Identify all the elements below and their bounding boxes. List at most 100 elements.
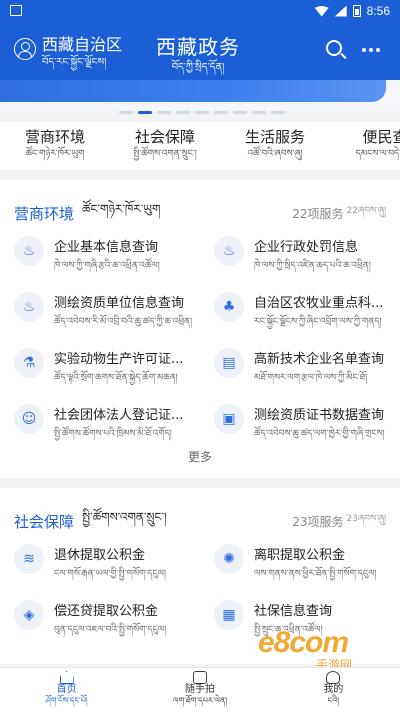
app-title-zh: 西藏政务 [156, 35, 240, 59]
service-item[interactable]: ♨ 测绘资质单位信息查询 ཚོད་འབེབས་རི་མོ་འབྲི་བའི་ཆུ་ཚ… [0, 288, 200, 344]
service-item[interactable]: ⚗ 实验动物生产许可证... ཚོད་ལྟའི་སྲོག་ཆགས་ཐོན་སྐྱེད… [0, 344, 200, 400]
flame-icon: ♨ [14, 292, 44, 322]
app-title: 西藏政务 བོད་ཀྱི་སྲིད་དོན། [156, 36, 240, 74]
service-label: 退休提取公积金 [54, 548, 146, 563]
search-icon[interactable] [324, 38, 348, 62]
service-count: 23项服务 [292, 514, 344, 529]
chart-icon: ▤ [214, 348, 244, 378]
region-selector[interactable]: 西藏自治区 བོད་རང་སྐྱོང་ལྗོངས། [14, 36, 122, 69]
gallery-icon [10, 5, 22, 16]
certificate-icon: ▣ [214, 404, 244, 434]
user-icon [326, 671, 341, 684]
tab-label-tibetan: སྤྱི་ཚོགས་འགན་སྲུང་། [133, 149, 197, 159]
service-item[interactable]: ♨ 企业行政处罚信息 ཁེ་ལས་ཀྱི་སྲིད་འཛིན་ཆད་པའི་ཆ་འཕ… [200, 232, 400, 288]
tab-label: 首页 [56, 684, 77, 695]
service-label-tibetan: མཐོ་གསར་ལག་རྩལ་ཁེ་ལས་ཀྱི་མིང་ཐོ། [254, 373, 368, 383]
status-bar: 8:56 [0, 0, 400, 24]
service-item[interactable]: ▤ 高新技术企业名单查询 མཐོ་གསར་ལག་རྩལ་ཁེ་ལས་ཀྱི་མིང་… [200, 344, 400, 400]
aperture-icon: ✺ [214, 544, 244, 574]
tab-label-tibetan: དམངས་ལ་བདེ་བའི་ [355, 149, 400, 159]
service-label-tibetan: ཁེ་ལས་ཀྱི་གཞི་རྩའི་ཆ་འཕྲིན་འཚོལ། [54, 261, 160, 271]
section-title: 社会保障 [14, 512, 75, 531]
service-label: 企业行政处罚信息 [254, 240, 359, 255]
more-link[interactable]: 更多 [0, 448, 400, 465]
carousel-dot-active [138, 111, 152, 114]
tab-label-tibetan: ལག་ཐོག་དཔར་ལེན། [172, 696, 228, 705]
service-label: 实验动物生产许可证... [54, 352, 184, 367]
carousel-dot [252, 111, 266, 114]
carousel-dot [195, 111, 209, 114]
service-label: 离职提取公积金 [254, 548, 346, 563]
tab-social-security[interactable]: 社会保障 སྤྱི་ཚོགས་འགན་སྲུང་། [110, 122, 220, 170]
banner-carousel[interactable] [0, 80, 400, 110]
service-label: 测绘资质证书数据查询 [254, 408, 385, 423]
service-label-tibetan: བུན་དངུལ་འཇལ་བའི་སྤྱི་གསོག་དངུལ། [54, 625, 167, 635]
business-environment-section: 营商环境 ཚོང་གཉེར་ཁོར་ཡུག 22项服务 22ཞབས་ཞུ། ♨ 企… [0, 180, 400, 478]
tab-label: 生活服务 [244, 128, 305, 146]
app-title-tibetan: བོད་ཀྱི་སྲིད་དོན། [171, 62, 225, 73]
tab-mine[interactable]: 我的 ངའི། [267, 668, 400, 711]
carousel-indicator [119, 111, 285, 114]
plant-icon: ♣ [214, 292, 244, 322]
service-label: 偿还贷提取公积金 [54, 604, 159, 619]
carousel-dot [271, 111, 285, 114]
carousel-dot [214, 111, 228, 114]
service-label-tibetan: སྤྱི་ཚོགས་ཚོགས་པའི་ཁྲིམས་མི་ཐོ་འགོད། [54, 429, 172, 439]
tab-label-tibetan: འཚོ་བའི་ཞབས་ཞུ། [247, 149, 303, 159]
section-title-tibetan: ཚོང་གཉེར་ཁོར་ཡུག [82, 202, 161, 216]
camera-icon [192, 671, 207, 684]
region-name-tibetan: བོད་རང་སྐྱོང་ལྗོངས། [42, 57, 107, 68]
service-label: 自治区农牧业重点科... [254, 296, 384, 311]
service-label-tibetan: ཁེ་ལས་ཀྱི་སྲིད་འཛིན་ཆད་པའི་ཆ་འཕྲིན། [254, 261, 371, 271]
carousel-dot [176, 111, 190, 114]
tab-business-environment[interactable]: 营商环境 ཚོང་གཉེར་ཁོར་ཡུག [0, 122, 110, 170]
tab-snapshot[interactable]: 随手拍 ལག་ཐོག་དཔར་ལེན། [133, 668, 266, 711]
tab-label: 随手拍 [184, 684, 215, 695]
service-item[interactable]: ♨ 企业基本信息查询 ཁེ་ལས་ཀྱི་གཞི་རྩའི་ཆ་འཕྲིན་འཚོལ… [0, 232, 200, 288]
service-item[interactable]: ♣ 自治区农牧业重点科... རང་སྐྱོང་ལྗོངས་ཀྱི་ཞིང་འབྲོ… [200, 288, 400, 344]
service-item[interactable]: ◈ 偿还贷提取公积金 བུན་དངུལ་འཇལ་བའི་སྤྱི་གསོག་དངུལ… [0, 596, 200, 652]
flame-icon: ♨ [14, 236, 44, 266]
region-name: 西藏自治区 [42, 35, 123, 54]
service-label: 社保信息查询 [254, 604, 333, 619]
service-item[interactable]: ✺ 离职提取公积金 ལས་གནས་ནས་ཕྱིར་ཐོན་སྤྱི་གསོག་དངུ… [200, 540, 400, 596]
service-label: 高新技术企业名单查询 [254, 352, 385, 367]
home-icon [59, 671, 74, 684]
service-count-tibetan: 23ཞབས་ཞུ། [346, 513, 386, 524]
section-title-tibetan: སྤྱི་ཚོགས་འགན་སྲུང་། [82, 510, 167, 524]
tab-label: 我的 [323, 684, 344, 695]
service-count: 22项服务 [292, 206, 344, 221]
carousel-dot [157, 111, 171, 114]
bottom-tab-bar: 首页 ཤོག་ངོས་དང་པོ། 随手拍 ལག་ཐོག་དཔར་ལེན། 我的… [0, 667, 400, 711]
service-label-tibetan: ཚོད་འབེབས་ཆུ་ཚད་ལག་ཁྱེར་གྱི་གཞི་གྲངས། [254, 429, 385, 439]
layers-icon: ≋ [14, 544, 44, 574]
watermark-logo: e8com [258, 626, 349, 659]
section-title: 营商环境 [14, 204, 75, 223]
tab-label: 社会保障 [134, 128, 195, 146]
service-label-tibetan: ཚོད་ལྟའི་སྲོག་ཆགས་ཐོན་སྐྱེད་ཆོག་མཆན། [54, 373, 178, 383]
tab-label-tibetan: ཤོག་ངོས་དང་པོ། [45, 696, 88, 705]
service-item[interactable]: ≋ 退休提取公积金 ངལ་གསོ་རྒན་ཡལ་གྱི་སྤྱི་གསོག་དངུལ… [0, 540, 200, 596]
wifi-icon [314, 5, 329, 17]
more-dots-icon[interactable] [362, 48, 380, 52]
battery-icon [352, 5, 361, 17]
tab-home[interactable]: 首页 ཤོག་ངོས་དང་པོ། [0, 668, 133, 711]
people-icon: ☺ [14, 404, 44, 434]
status-time: 8:56 [366, 4, 390, 18]
service-label-tibetan: ངལ་གསོ་རྒན་ཡལ་གྱི་སྤྱི་གསོག་དངུལ། [54, 569, 166, 579]
tab-life-services[interactable]: 生活服务 འཚོ་བའི་ཞབས་ཞུ། [220, 122, 330, 170]
carousel-dot [119, 111, 133, 114]
service-label-tibetan: རང་སྐྱོང་ལྗོངས་ཀྱི་ཞིང་འབྲོག་ལས་ཀྱི་གནད། [254, 317, 382, 327]
service-label-tibetan: ཚོད་འབེབས་རི་མོ་འབྲི་བའི་ཆུ་ཚད་ཀྱི་ཆ་འཕྲ… [54, 317, 193, 327]
tab-convenience-query[interactable]: 便民查 དམངས་ལ་བདེ་བའི་ [330, 122, 400, 170]
service-label: 社会团体法人登记证... [54, 408, 184, 423]
user-icon [14, 38, 36, 60]
tab-label-tibetan: ཚོང་གཉེར་ཁོར་ཡུག [25, 149, 85, 159]
service-label: 测绘资质单位信息查询 [54, 296, 185, 311]
app-header: 西藏自治区 བོད་རང་སྐྱོང་ལྗོངས། 西藏政务 བོད་ཀྱི་ས… [0, 24, 400, 80]
banner-image[interactable] [0, 80, 386, 102]
tab-label: 便民查 [362, 128, 400, 146]
service-label: 企业基本信息查询 [54, 240, 159, 255]
flask-icon: ⚗ [14, 348, 44, 378]
category-tabs: 营商环境 ཚོང་གཉེར་ཁོར་ཡུག 社会保障 སྤྱི་ཚོགས་འགན… [0, 122, 400, 170]
